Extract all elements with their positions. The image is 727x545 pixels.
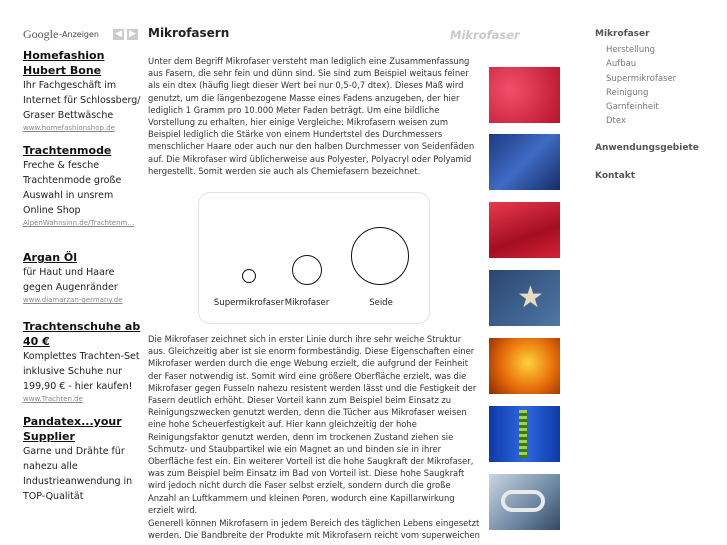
nav-sub-aufbau[interactable]: Aufbau	[606, 57, 715, 71]
supermikrofaser-label: Supermikrofaser	[213, 298, 285, 308]
seide-circle	[351, 227, 409, 285]
red-satin-thumbnail	[489, 202, 560, 258]
ad-url-link[interactable]: www.homefashionshop.de	[23, 123, 141, 133]
goggles-thumbnail	[489, 474, 560, 530]
ad-item: Homefashion Hubert Bone Ihr Fachgeschäft…	[23, 48, 141, 133]
nav-sub-herstellung[interactable]: Herstellung	[606, 43, 715, 57]
ad-text: Komplettes Trachten-Set inklusive Schuhe…	[23, 351, 140, 392]
blue-fabric-thumbnail	[489, 134, 560, 190]
nav-sub-garnfeinheit[interactable]: Garnfeinheit	[606, 100, 715, 114]
ads-header: Google -Anzeigen ◀ ▶	[23, 26, 141, 42]
ad-item: Argan Öl für Haut und Haare gegen Augenr…	[23, 250, 141, 305]
right-navigation: Mikrofaser Herstellung Aufbau Supermikro…	[595, 29, 715, 185]
usage-paragraph: Generell können Mikrofasern in jedem Ber…	[148, 518, 480, 541]
ad-title-link[interactable]: Trachtenschuhe ab 40 €	[23, 319, 141, 349]
mikrofaser-label: Mikrofaser	[284, 298, 330, 308]
page-title: Mikrofasern	[148, 26, 230, 40]
google-ads-column: Google -Anzeigen ◀ ▶ Homefashion Hubert …	[23, 26, 141, 514]
ad-text: Freche & fesche Trachtenmode große Auswa…	[23, 160, 122, 216]
ad-url-link[interactable]: www.diamarzan-germany.de	[23, 295, 141, 305]
fiber-comparison-diagram: Supermikrofaser Mikrofaser Seide	[198, 192, 430, 324]
ad-title-link[interactable]: Argan Öl	[23, 250, 141, 265]
ad-url-link[interactable]: www.Trachten.de	[23, 394, 141, 404]
supermikrofaser-circle	[242, 269, 256, 283]
ad-title-link[interactable]: Trachtenmode	[23, 143, 141, 158]
nav-anwendungsgebiete[interactable]: Anwendungsgebiete	[595, 143, 715, 153]
nav-kontakt[interactable]: Kontakt	[595, 171, 715, 181]
star-zipper-thumbnail: ★	[489, 270, 560, 326]
ad-title-link[interactable]: Homefashion Hubert Bone	[23, 48, 141, 78]
nav-sub-reinigung[interactable]: Reinigung	[606, 86, 715, 100]
zipper-icon	[519, 410, 527, 458]
ad-url-link[interactable]: AlpenWahnsinn.de/Trachtenm…	[23, 218, 141, 228]
zipper-blue-thumbnail	[489, 406, 560, 462]
ads-label: -Anzeigen	[59, 29, 99, 39]
ad-item: Trachtenmode Freche & fesche Trachtenmod…	[23, 143, 141, 228]
google-logo: Google	[23, 26, 59, 41]
star-icon: ★	[517, 280, 544, 315]
ad-text: Garne und Drähte für nahezu alle Industr…	[23, 446, 133, 502]
ad-text: für Haut und Haare gegen Augenränder	[23, 267, 118, 293]
chevron-right-icon[interactable]: ▶	[127, 28, 138, 40]
orange-fiber-thumbnail	[489, 338, 560, 394]
intro-paragraph: Unter dem Begriff Mikrofaser versteht ma…	[148, 56, 475, 176]
ad-item: Pandatex...your Supplier Garne und Dräht…	[23, 414, 141, 504]
goggles-icon	[501, 490, 545, 512]
red-glitter-thumbnail	[489, 67, 560, 123]
mikrofaser-circle	[292, 255, 322, 285]
chevron-left-icon[interactable]: ◀	[113, 28, 124, 40]
ad-title-link[interactable]: Pandatex...your Supplier	[23, 414, 141, 444]
nav-sub-supermikrofaser[interactable]: Supermikrofaser	[606, 72, 715, 86]
nav-mikrofaser[interactable]: Mikrofaser	[595, 29, 715, 39]
ad-item: Trachtenschuhe ab 40 € Komplettes Tracht…	[23, 319, 141, 404]
nav-sub-dtex[interactable]: Dtex	[606, 114, 715, 128]
watermark-heading: Mikrofaser	[450, 28, 520, 42]
seide-label: Seide	[369, 298, 393, 308]
properties-paragraph: Die Mikrofaser zeichnet sich in erster L…	[148, 334, 477, 515]
ad-text: Ihr Fachgeschäft im Internet für Schloss…	[23, 80, 141, 121]
